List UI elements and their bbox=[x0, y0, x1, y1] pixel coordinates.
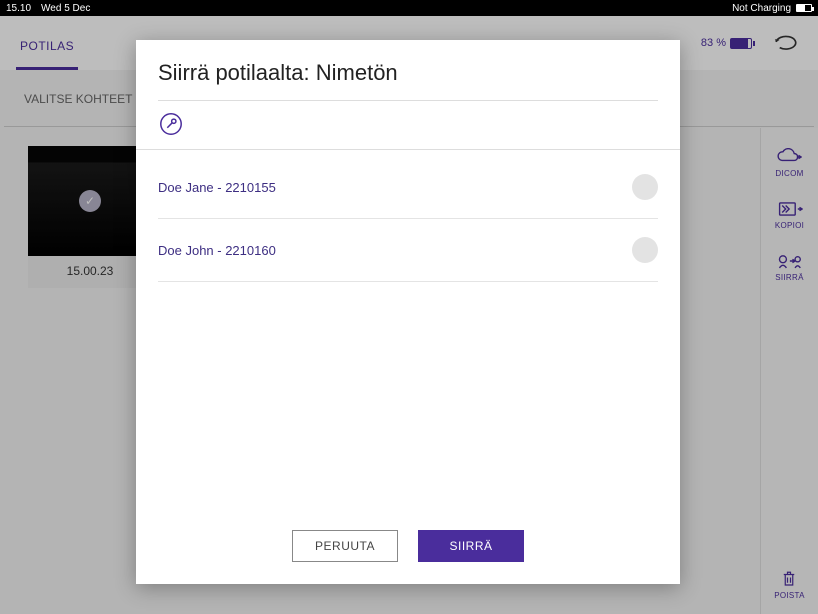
modal-search-row[interactable] bbox=[136, 101, 680, 149]
thumbnail-card[interactable]: ✓ 15.00.23 bbox=[28, 146, 152, 288]
status-bar: 15.10 Wed 5 Dec Not Charging bbox=[0, 0, 818, 16]
sidebar-item-move[interactable]: SIIRRÄ bbox=[775, 252, 803, 282]
battery-percent: 83 % bbox=[701, 37, 726, 49]
patient-label: Doe John - 2210160 bbox=[158, 243, 276, 258]
move-modal: Siirrä potilaalta: Nimetön Doe Jane - 22… bbox=[136, 40, 680, 584]
search-icon bbox=[158, 111, 184, 137]
battery-indicator: 83 % bbox=[701, 37, 752, 49]
status-time: 15.10 bbox=[6, 3, 31, 14]
status-date: Wed 5 Dec bbox=[41, 3, 90, 14]
confirm-button[interactable]: SIIRRÄ bbox=[418, 530, 524, 562]
patient-row[interactable]: Doe John - 2210160 bbox=[158, 219, 658, 282]
sidebar-item-copy[interactable]: KOPIOI bbox=[775, 200, 804, 230]
status-battery-icon bbox=[796, 4, 812, 12]
tab-patient[interactable]: POTILAS bbox=[16, 25, 78, 70]
sidebar-label-delete: POISTA bbox=[774, 591, 805, 600]
radio-button[interactable] bbox=[632, 237, 658, 263]
cancel-button[interactable]: PERUUTA bbox=[292, 530, 398, 562]
patient-label: Doe Jane - 2210155 bbox=[158, 180, 276, 195]
sidebar-label-move: SIIRRÄ bbox=[775, 273, 803, 282]
radio-button[interactable] bbox=[632, 174, 658, 200]
subheader-label: VALITSE KOHTEET bbox=[24, 92, 132, 106]
right-sidebar: DICOM KOPIOI SIIRRÄ POISTA bbox=[760, 128, 818, 614]
sidebar-item-dicom[interactable]: DICOM bbox=[775, 148, 803, 178]
tabs-row: POTILAS bbox=[0, 16, 78, 70]
sidebar-label-copy: KOPIOI bbox=[775, 221, 804, 230]
modal-footer: PERUUTA SIIRRÄ bbox=[136, 516, 680, 584]
sidebar-label-dicom: DICOM bbox=[775, 169, 803, 178]
modal-title: Siirrä potilaalta: Nimetön bbox=[136, 40, 680, 100]
patient-row[interactable]: Doe Jane - 2210155 bbox=[158, 156, 658, 219]
sidebar-item-delete[interactable]: POISTA bbox=[774, 570, 805, 600]
patient-list: Doe Jane - 2210155 Doe John - 2210160 bbox=[136, 156, 680, 516]
status-charging: Not Charging bbox=[732, 3, 791, 14]
thumbnail-image: ✓ bbox=[28, 146, 152, 256]
battery-icon bbox=[730, 38, 752, 49]
check-icon: ✓ bbox=[79, 190, 101, 212]
thumbnail-time: 15.00.23 bbox=[28, 256, 152, 288]
undo-icon[interactable] bbox=[772, 32, 800, 55]
modal-divider-search bbox=[136, 149, 680, 150]
